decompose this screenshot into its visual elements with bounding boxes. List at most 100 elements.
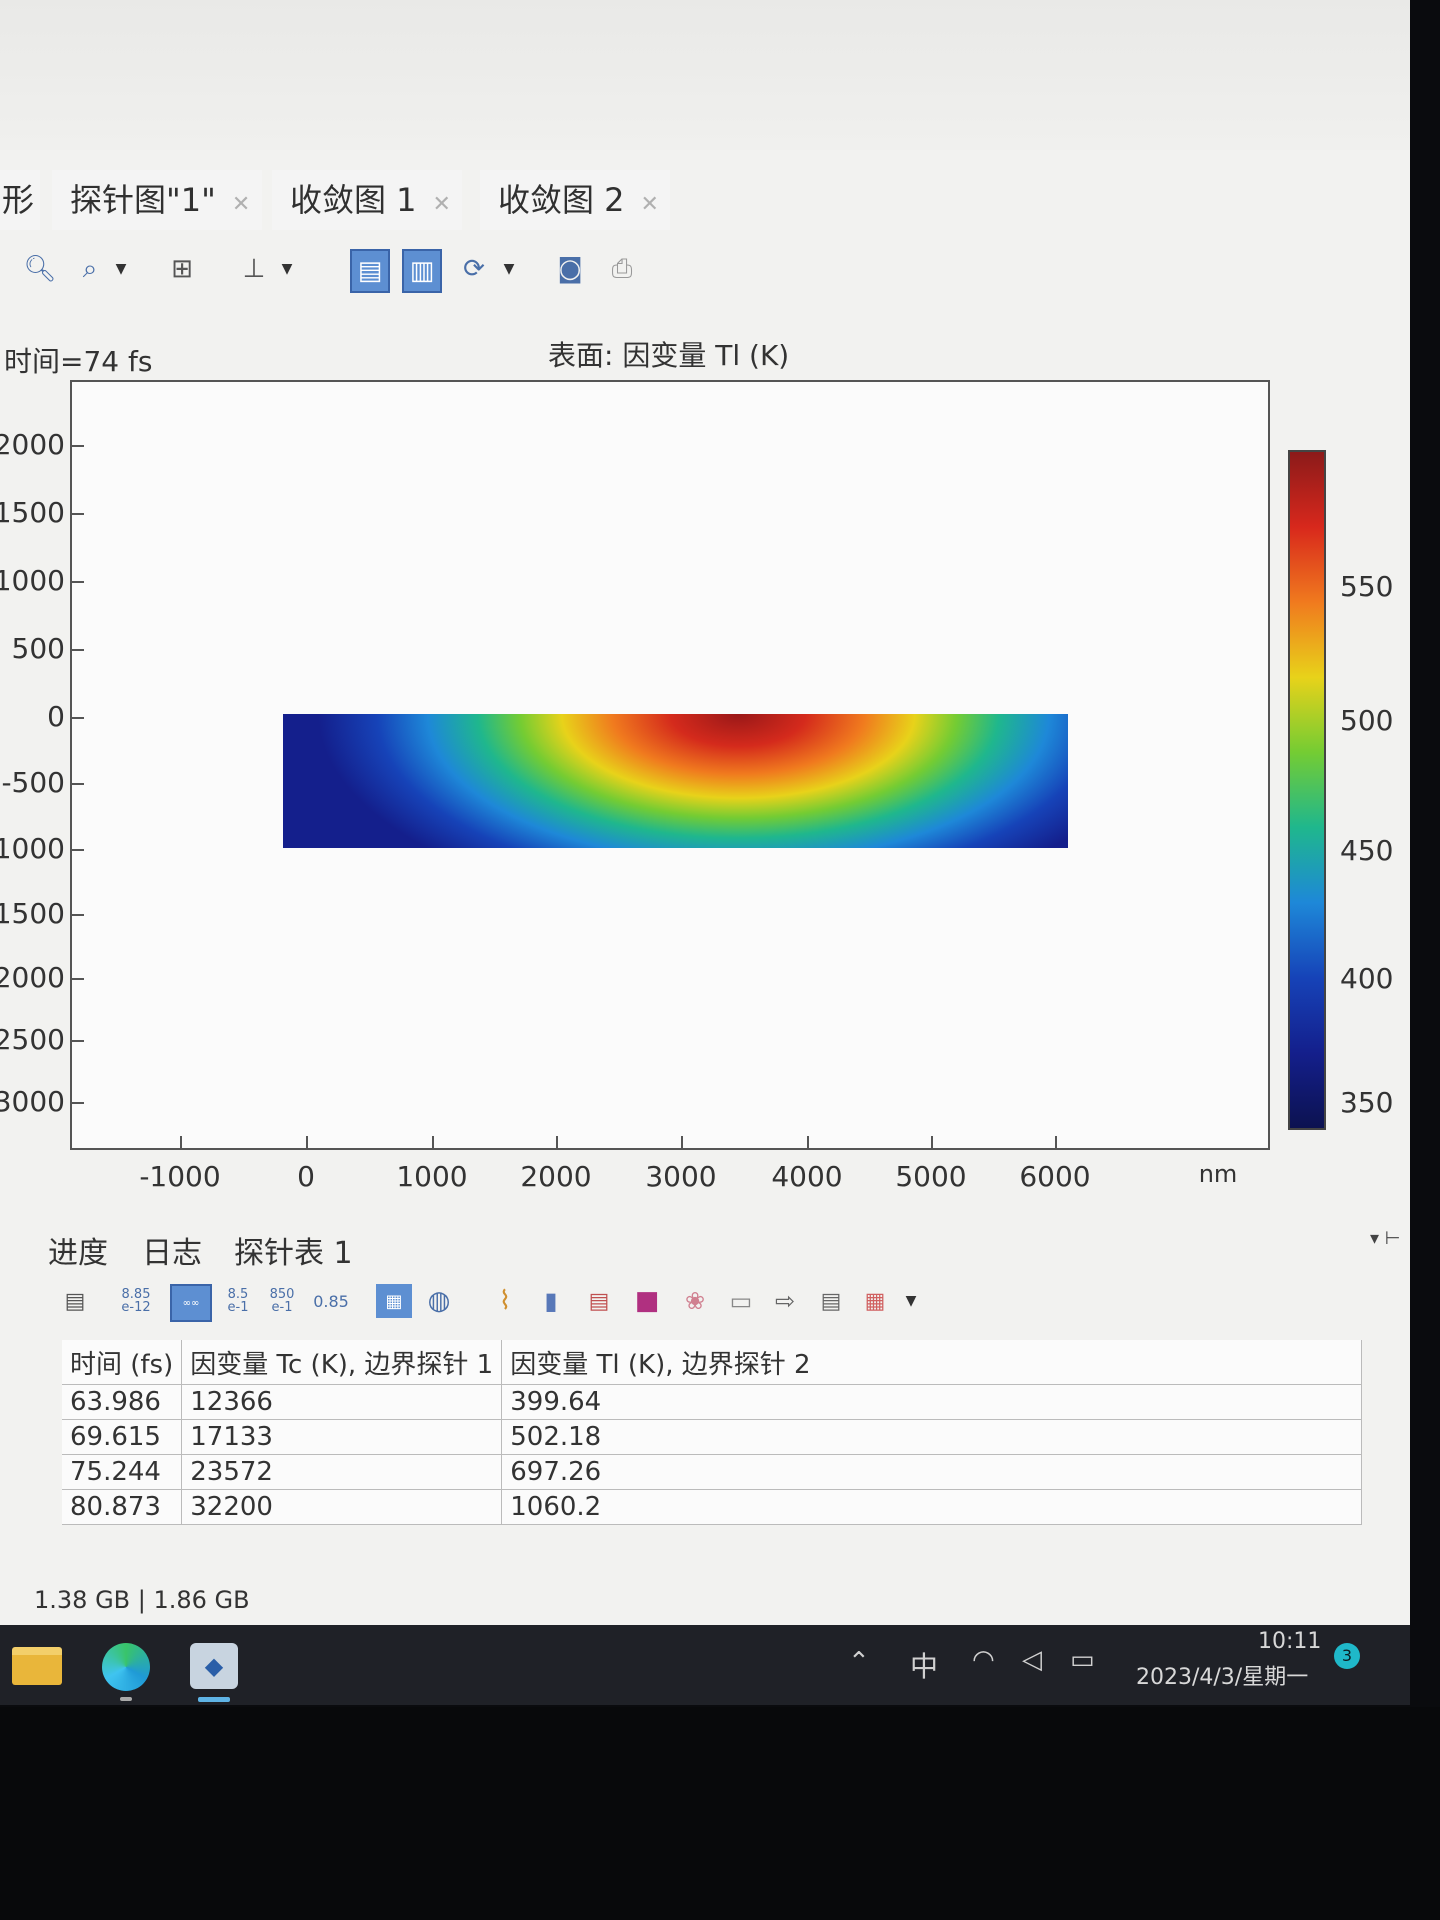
y-tick-label: 0 [47, 700, 65, 733]
column-header[interactable]: 因变量 Tl (K), 边界探针 2 [501, 1340, 1362, 1385]
zoom-extents-icon[interactable]: ⊞ [162, 249, 202, 289]
copy-icon[interactable]: ▭ [726, 1284, 756, 1318]
chevron-up-icon[interactable]: ⌃ [848, 1647, 870, 1677]
colorbar-label: 500 [1340, 704, 1394, 737]
rotate-icon[interactable]: ⟳ [454, 249, 494, 289]
x-tick-label: 6000 [1019, 1160, 1091, 1193]
zoom-in-icon[interactable]: 🔍︎ [20, 249, 60, 289]
precision-button[interactable]: 850 e-1 [264, 1284, 300, 1318]
table-cell: 502.18 [501, 1419, 1362, 1455]
y-tick-label: 500 [11, 632, 65, 665]
x-tick-label: -1000 [139, 1160, 221, 1193]
colorbar-label: 450 [1340, 834, 1394, 867]
table-cell: 23572 [181, 1454, 503, 1490]
table-row[interactable]: 69.615 17133 502.18 [62, 1419, 1362, 1455]
tab-progress[interactable]: 进度 [48, 1228, 108, 1272]
chart-icon[interactable]: ▤ [584, 1284, 614, 1318]
plot-area [70, 380, 1270, 1150]
volume-icon[interactable]: ◁ [1022, 1645, 1042, 1675]
table-cell: 63.986 [62, 1384, 183, 1420]
ime-indicator[interactable]: 中 [910, 1645, 938, 1685]
chevron-down-icon[interactable]: ▼ [500, 249, 518, 289]
camera-icon[interactable]: ◙ [550, 249, 590, 289]
y-tick-label: -2000 [0, 961, 65, 994]
table-toolbar: ▤ 8.85 e-12 ∞∞ 8.5 e-1 850 e-1 0.85 ▦ ◍ … [60, 1278, 940, 1324]
tab-probe-plot[interactable]: 探针图"1" ✕ [52, 170, 262, 230]
pattern-icon[interactable]: ❀ [680, 1284, 710, 1318]
view-icon[interactable]: ▤ [350, 249, 390, 293]
table-header-row: 时间 (fs) 因变量 Tc (K), 边界探针 1 因变量 Tl (K), 边… [62, 1340, 1362, 1385]
x-tick-label: 4000 [771, 1160, 843, 1193]
plot-toolbar: 🔍︎ ⌕ ▼ ⊞ ⊥ ▼ ▤ ▥ ⟳ ▼ ◙ ⎙ [20, 243, 680, 299]
x-tick-label: 0 [297, 1160, 315, 1193]
print-icon[interactable]: ⎙ [602, 249, 642, 289]
taskbar: ◆ ⌃ 中 ◠ ◁ ▭ 10:11 2023/4/3/星期一 3 [0, 1625, 1410, 1705]
precision-button[interactable]: 8.85 e-12 [116, 1284, 156, 1318]
tab-label: 收敛图 2 [498, 181, 625, 219]
delete-icon[interactable]: ▮ [536, 1284, 566, 1318]
panel-menu-icon[interactable]: ▾ ⊢ [1370, 1228, 1400, 1249]
export-icon[interactable]: ⇨ [770, 1284, 800, 1318]
notification-badge[interactable]: 3 [1334, 1643, 1360, 1669]
monitor-bezel [0, 1707, 1440, 1920]
app-screen: 形 探针图"1" ✕ 收敛图 1 ✕ 收敛图 2 ✕ 🔍︎ ⌕ ▼ ⊞ ⊥ ▼ ▤ ▥… [0, 0, 1410, 1705]
chevron-down-icon[interactable]: ▼ [902, 1284, 920, 1318]
chevron-down-icon[interactable]: ▼ [278, 249, 296, 289]
table-cell: 80.873 [62, 1489, 183, 1525]
full-precision-icon[interactable]: ∞∞ [170, 1284, 212, 1322]
axes-icon[interactable]: ⊥ [234, 249, 274, 289]
table-icon[interactable]: ▤ [60, 1284, 90, 1318]
globe-icon[interactable]: ◍ [422, 1284, 456, 1318]
grid-icon[interactable]: ▦ [376, 1284, 412, 1318]
tab-partial[interactable]: 形 [0, 170, 40, 230]
temperature-surface [283, 714, 1068, 848]
edge-browser-icon[interactable] [102, 1643, 150, 1691]
table-cell: 697.26 [501, 1454, 1362, 1490]
column-header[interactable]: 时间 (fs) [62, 1340, 183, 1385]
chevron-down-icon[interactable]: ▼ [112, 249, 130, 289]
y-tick-label: -3000 [0, 1085, 65, 1118]
battery-icon[interactable]: ▭ [1070, 1645, 1095, 1675]
colorbar-label: 400 [1340, 962, 1394, 995]
colorbar-label: 550 [1340, 570, 1394, 603]
probe-table: 时间 (fs) 因变量 Tc (K), 边界探针 1 因变量 Tl (K), 边… [62, 1340, 1362, 1525]
table-cell: 17133 [181, 1419, 503, 1455]
y-tick-label: -500 [1, 766, 65, 799]
y-tick-label: -1500 [0, 897, 65, 930]
window-top-area [0, 0, 1410, 150]
clear-icon[interactable]: ⌇ [490, 1284, 520, 1318]
table-export-icon[interactable]: ▤ [816, 1284, 846, 1318]
table-cell: 75.244 [62, 1454, 183, 1490]
y-tick-label: 1000 [0, 564, 65, 597]
table-row[interactable]: 75.244 23572 697.26 [62, 1454, 1362, 1490]
column-header[interactable]: 因变量 Tc (K), 边界探针 1 [181, 1340, 503, 1385]
precision-button[interactable]: 8.5 e-1 [220, 1284, 256, 1318]
clock-time[interactable]: 10:11 [1258, 1629, 1321, 1654]
table-row[interactable]: 63.986 12366 399.64 [62, 1384, 1362, 1420]
zoom-box-icon[interactable]: ⌕ [70, 249, 110, 289]
close-icon[interactable]: ✕ [433, 192, 451, 217]
table-settings-icon[interactable]: ▦ [860, 1284, 890, 1318]
y-tick-label: 1500 [0, 496, 65, 529]
view-icon[interactable]: ▥ [402, 249, 442, 293]
wifi-icon[interactable]: ◠ [972, 1645, 995, 1675]
precision-button[interactable]: 0.85 [310, 1284, 352, 1318]
tab-convergence-2[interactable]: 收敛图 2 ✕ [480, 170, 670, 230]
tab-convergence-1[interactable]: 收敛图 1 ✕ [272, 170, 462, 230]
table-row[interactable]: 80.873 32200 1060.2 [62, 1489, 1362, 1525]
file-explorer-icon[interactable] [12, 1647, 62, 1685]
clock-date[interactable]: 2023/4/3/星期一 [1136, 1659, 1308, 1691]
table-cell: 1060.2 [501, 1489, 1362, 1525]
table-cell: 69.615 [62, 1419, 183, 1455]
color-icon[interactable]: ■ [632, 1284, 662, 1318]
x-tick-label: 1000 [396, 1160, 468, 1193]
plot-title: 表面: 因变量 Tl (K) [548, 339, 790, 372]
tab-probe-table[interactable]: 探针表 1 [234, 1228, 353, 1272]
table-cell: 12366 [181, 1384, 503, 1420]
comsol-app-icon[interactable]: ◆ [190, 1643, 238, 1689]
y-tick-label: -2500 [0, 1023, 65, 1056]
y-tick-label: -1000 [0, 832, 65, 865]
close-icon[interactable]: ✕ [641, 192, 659, 217]
tab-log[interactable]: 日志 [142, 1228, 202, 1272]
close-icon[interactable]: ✕ [232, 192, 250, 217]
